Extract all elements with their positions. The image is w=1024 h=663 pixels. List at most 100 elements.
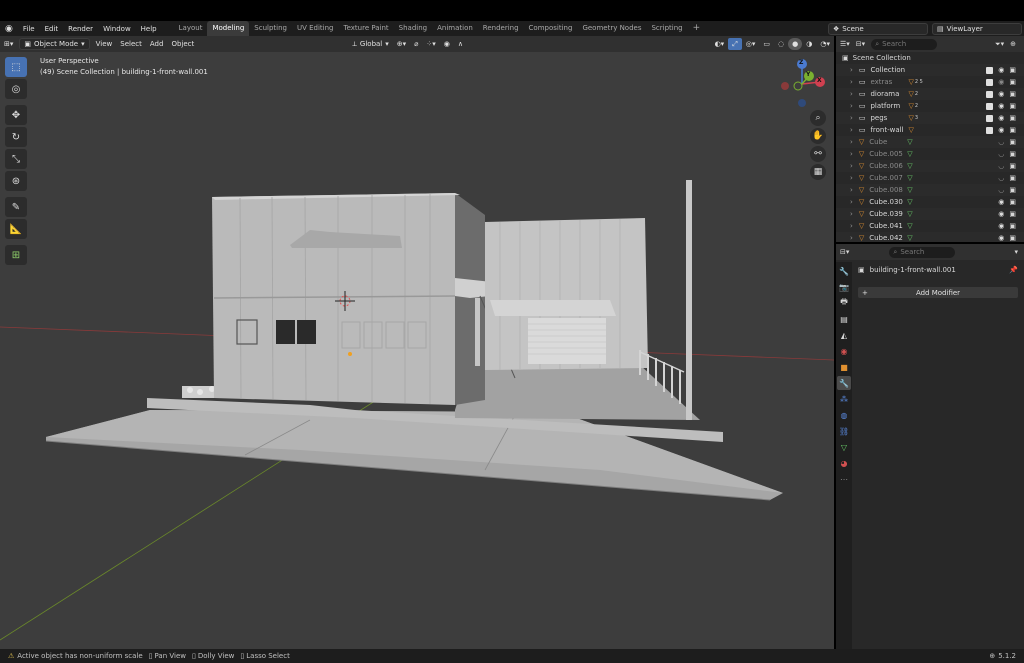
scene-tab-icon[interactable]: ◭: [837, 328, 851, 342]
snap-target-icon[interactable]: ⁘▾: [422, 38, 439, 50]
render-camera-icon[interactable]: ▣: [1009, 126, 1016, 134]
outliner-row[interactable]: › ▭ front-wall ▽ ◉ ▣: [836, 124, 1024, 136]
render-camera-icon[interactable]: ▣: [1009, 210, 1016, 218]
data-tab-icon[interactable]: ▽: [837, 440, 851, 454]
menu-edit[interactable]: Edit: [40, 25, 64, 33]
eye-closed-icon[interactable]: ◡: [998, 186, 1004, 194]
expand-chevron-icon[interactable]: ›: [850, 150, 853, 158]
gizmo-toggle-icon[interactable]: ⤢: [728, 38, 742, 50]
expand-chevron-icon[interactable]: ›: [850, 222, 853, 230]
render-camera-icon[interactable]: ▣: [1009, 90, 1016, 98]
properties-search-field[interactable]: ⌕ Search: [889, 246, 956, 258]
expand-chevron-icon[interactable]: ›: [850, 234, 853, 242]
menu-render[interactable]: Render: [63, 25, 98, 33]
view-layer-tab-icon[interactable]: ▤: [837, 312, 851, 326]
physics-tab-icon[interactable]: ◍: [837, 408, 851, 422]
outliner-row[interactable]: › ▭ platform ▽ 2 ◉ ▣: [836, 100, 1024, 112]
outliner-row[interactable]: › ▽ Cube ▽ ◡ ▣: [836, 136, 1024, 148]
navigation-gizmo[interactable]: Z X Y: [778, 58, 826, 110]
visibility-icon[interactable]: ◐▾: [711, 38, 729, 50]
rotate-tool-icon[interactable]: ↻: [5, 127, 27, 147]
render-camera-icon[interactable]: ▣: [1009, 198, 1016, 206]
pivot-icon[interactable]: ⊕▾: [393, 38, 410, 50]
render-camera-icon[interactable]: ▣: [1009, 222, 1016, 230]
expand-chevron-icon[interactable]: ›: [850, 186, 853, 194]
tab-shading[interactable]: Shading: [394, 21, 432, 36]
outliner-row[interactable]: › ▭ pegs ▽ 3 ◉ ▣: [836, 112, 1024, 124]
zoom-icon[interactable]: ⌕: [810, 110, 826, 126]
eye-icon[interactable]: ◉: [998, 210, 1004, 218]
pin-icon[interactable]: 📌: [1009, 266, 1018, 274]
add-cube-tool-icon[interactable]: ⊞: [5, 245, 27, 265]
tab-compositing[interactable]: Compositing: [524, 21, 578, 36]
exclude-checkbox[interactable]: [986, 126, 994, 134]
rendered-shading-icon[interactable]: ◔▾: [816, 38, 834, 50]
pan-hand-icon[interactable]: ✋: [810, 128, 826, 144]
measure-tool-icon[interactable]: 📐: [5, 219, 27, 239]
expand-chevron-icon[interactable]: ›: [850, 174, 853, 182]
exclude-checkbox[interactable]: [986, 114, 994, 122]
exclude-checkbox[interactable]: [986, 90, 994, 98]
eye-closed-icon[interactable]: ◡: [998, 174, 1004, 182]
eye-icon[interactable]: ◉: [998, 126, 1004, 134]
eye-icon[interactable]: ◉: [998, 66, 1004, 74]
eye-icon[interactable]: ◉: [998, 78, 1004, 86]
tab-scripting[interactable]: Scripting: [646, 21, 687, 36]
add-modifier-button[interactable]: + Add Modifier: [858, 287, 1018, 298]
menu-file[interactable]: File: [18, 25, 40, 33]
eye-icon[interactable]: ◉: [998, 102, 1004, 110]
render-camera-icon[interactable]: ▣: [1009, 78, 1016, 86]
expand-chevron-icon[interactable]: ›: [850, 90, 853, 98]
menu-view[interactable]: View: [92, 38, 117, 50]
scene-selector[interactable]: ❖ Scene: [828, 22, 928, 35]
3d-viewport[interactable]: User Perspective (49) Scene Collection |…: [0, 52, 834, 649]
expand-chevron-icon[interactable]: ›: [850, 126, 853, 134]
exclude-checkbox[interactable]: [986, 78, 994, 86]
editor-type-icon[interactable]: ⊞▾: [0, 38, 17, 50]
wireframe-shading-icon[interactable]: ◌: [774, 38, 788, 50]
render-camera-icon[interactable]: ▣: [1009, 114, 1016, 122]
filter-icon[interactable]: ⏷▾: [995, 40, 1004, 49]
menu-window[interactable]: Window: [98, 25, 136, 33]
outliner-row[interactable]: › ▽ Cube.006 ▽ ◡ ▣: [836, 160, 1024, 172]
tab-modeling[interactable]: Modeling: [207, 21, 250, 36]
render-camera-icon[interactable]: ▣: [1009, 186, 1016, 194]
expand-chevron-icon[interactable]: ›: [850, 66, 853, 74]
add-workspace-icon[interactable]: +: [688, 21, 706, 36]
outliner-row[interactable]: › ▭ Collection ◉ ▣: [836, 64, 1024, 76]
exclude-checkbox[interactable]: [986, 102, 994, 110]
outliner-row[interactable]: › ▭ diorama ▽ 2 ◉ ▣: [836, 88, 1024, 100]
properties-editor-icon[interactable]: ⊟▾: [840, 248, 849, 256]
xray-icon[interactable]: ▭: [759, 38, 774, 50]
annotate-tool-icon[interactable]: ✎: [5, 197, 27, 217]
display-mode-icon[interactable]: ⊟▾: [856, 40, 865, 48]
menu-object[interactable]: Object: [167, 38, 198, 50]
expand-chevron-icon[interactable]: ›: [850, 162, 853, 170]
render-camera-icon[interactable]: ▣: [1009, 102, 1016, 110]
expand-chevron-icon[interactable]: ›: [850, 114, 853, 122]
proportional-edit-icon[interactable]: ◉: [440, 38, 454, 50]
render-camera-icon[interactable]: ▣: [1009, 150, 1016, 158]
eye-icon[interactable]: ◉: [998, 222, 1004, 230]
menu-select[interactable]: Select: [116, 38, 146, 50]
expand-chevron-icon[interactable]: ›: [850, 198, 853, 206]
eye-closed-icon[interactable]: ◡: [998, 162, 1004, 170]
camera-view-icon[interactable]: ⚯: [810, 146, 826, 162]
outliner-row[interactable]: › ▽ Cube.030 ▽ ◉ ▣: [836, 196, 1024, 208]
eye-closed-icon[interactable]: ◡: [998, 150, 1004, 158]
render-tab-icon[interactable]: 📷: [837, 280, 851, 294]
tab-uv-editing[interactable]: UV Editing: [292, 21, 339, 36]
outliner-row[interactable]: › ▽ Cube.008 ▽ ◡ ▣: [836, 184, 1024, 196]
particles-tab-icon[interactable]: ⁂: [837, 392, 851, 406]
expand-chevron-icon[interactable]: ›: [850, 210, 853, 218]
outliner-row[interactable]: › ▽ Cube.041 ▽ ◉ ▣: [836, 220, 1024, 232]
outliner-row[interactable]: › ▽ Cube.039 ▽ ◉ ▣: [836, 208, 1024, 220]
menu-help[interactable]: Help: [136, 25, 162, 33]
tool-tab-icon[interactable]: 🔧: [837, 264, 851, 278]
view-layer-selector[interactable]: ▤ ViewLayer: [932, 22, 1022, 35]
render-camera-icon[interactable]: ▣: [1009, 174, 1016, 182]
object-name[interactable]: building-1-front-wall.001: [870, 266, 956, 274]
eye-icon[interactable]: ◉: [998, 234, 1004, 242]
tab-geometry-nodes[interactable]: Geometry Nodes: [577, 21, 646, 36]
scale-tool-icon[interactable]: ⤡: [5, 149, 27, 169]
